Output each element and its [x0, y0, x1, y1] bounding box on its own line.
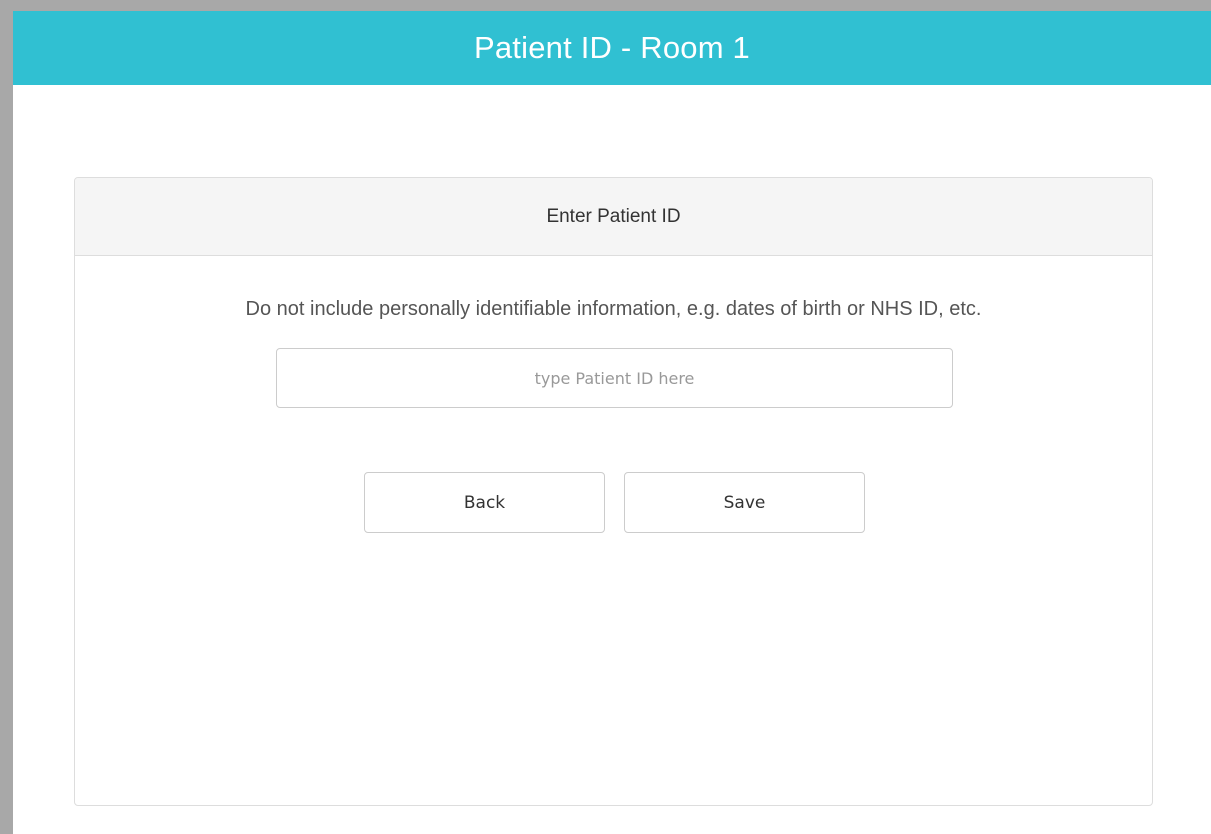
patient-id-input[interactable] — [276, 348, 953, 408]
patient-id-panel: Enter Patient ID Do not include personal… — [74, 177, 1153, 806]
page-title-bar: Patient ID - Room 1 — [13, 11, 1211, 85]
app-window: Patient ID - Room 1 Enter Patient ID Do … — [0, 0, 1211, 834]
action-buttons: Back Save — [364, 472, 865, 533]
privacy-notice: Do not include personally identifiable i… — [245, 298, 982, 320]
save-button[interactable]: Save — [624, 472, 865, 533]
back-button[interactable]: Back — [364, 472, 605, 533]
panel-title: Enter Patient ID — [546, 205, 681, 227]
panel-header: Enter Patient ID — [75, 178, 1152, 256]
page-title: Patient ID - Room 1 — [473, 30, 751, 65]
